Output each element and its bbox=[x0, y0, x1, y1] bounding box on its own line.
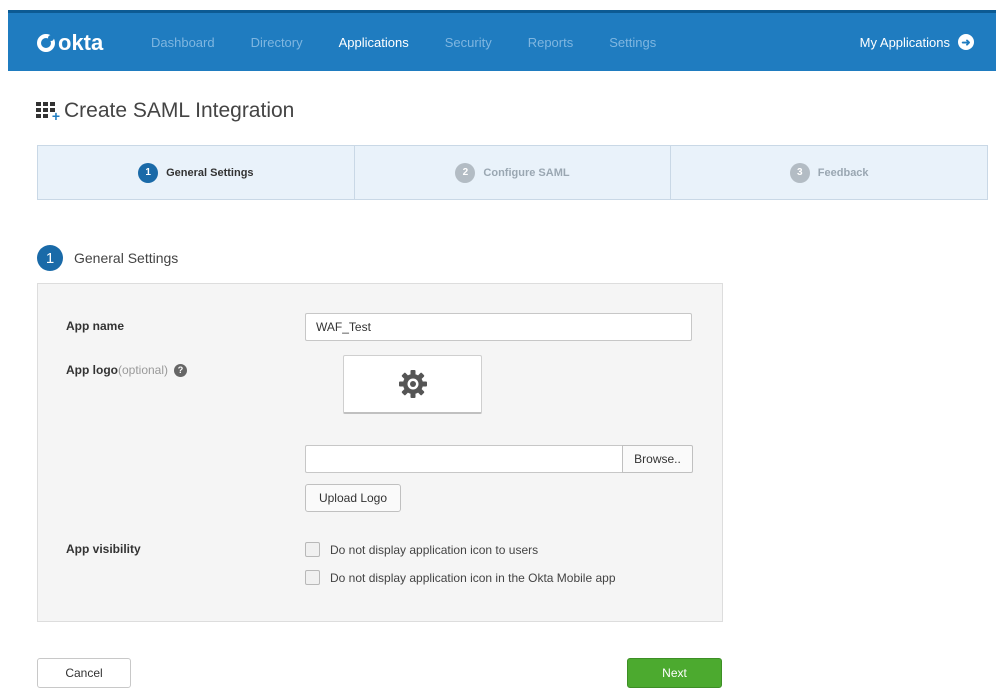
cancel-button[interactable]: Cancel bbox=[37, 658, 131, 688]
app-logo-label: App logo(optional)? bbox=[66, 363, 188, 378]
next-button[interactable]: Next bbox=[627, 658, 722, 688]
app-name-input[interactable]: WAF_Test bbox=[305, 313, 692, 341]
wizard-step-general-settings: 1 General Settings bbox=[38, 146, 355, 199]
app-logo-preview bbox=[343, 355, 482, 414]
wizard-step-configure-saml: 2 Configure SAML bbox=[355, 146, 672, 199]
section-number: 1 bbox=[37, 245, 63, 271]
browse-button[interactable]: Browse.. bbox=[622, 445, 693, 473]
app-name-label: App name bbox=[66, 319, 125, 333]
hide-icon-users-checkbox[interactable] bbox=[305, 542, 320, 557]
section-title: General Settings bbox=[74, 250, 179, 266]
gear-icon bbox=[398, 370, 427, 398]
okta-logo-text: okta bbox=[58, 30, 104, 55]
upload-logo-button[interactable]: Upload Logo bbox=[305, 484, 401, 512]
nav-applications[interactable]: Applications bbox=[339, 35, 409, 50]
logo-file-path-input[interactable] bbox=[305, 445, 623, 473]
step-number: 2 bbox=[455, 162, 476, 183]
page-title: + Create SAML Integration bbox=[36, 99, 294, 123]
step-label: Feedback bbox=[817, 166, 869, 179]
general-settings-form: App name WAF_Test App logo(optional)? Br… bbox=[37, 283, 723, 622]
step-number: 1 bbox=[138, 162, 159, 183]
app-logo-label-text: App logo bbox=[66, 363, 118, 377]
arrow-right-circle-icon: ➜ bbox=[958, 34, 974, 50]
step-label: General Settings bbox=[166, 166, 254, 179]
help-icon[interactable]: ? bbox=[174, 364, 188, 378]
hide-icon-users-label: Do not display application icon to users bbox=[330, 542, 539, 557]
step-number: 3 bbox=[789, 162, 810, 183]
section-heading: 1 General Settings bbox=[37, 245, 178, 271]
my-applications-link[interactable]: My Applications ➜ bbox=[860, 34, 974, 50]
hide-icon-mobile-option[interactable]: Do not display application icon in the O… bbox=[305, 570, 616, 585]
app-visibility-label: App visibility bbox=[66, 542, 141, 556]
main-nav: Dashboard Directory Applications Securit… bbox=[151, 35, 692, 50]
optional-text: (optional) bbox=[117, 363, 169, 377]
my-applications-label: My Applications bbox=[859, 34, 950, 50]
nav-directory[interactable]: Directory bbox=[251, 35, 303, 50]
hide-icon-mobile-checkbox[interactable] bbox=[305, 570, 320, 585]
apps-grid-add-icon: + bbox=[36, 102, 60, 123]
top-nav-bar: okta Dashboard Directory Applications Se… bbox=[8, 10, 996, 71]
step-label: Configure SAML bbox=[483, 166, 570, 179]
nav-settings[interactable]: Settings bbox=[609, 35, 656, 50]
nav-reports[interactable]: Reports bbox=[528, 35, 574, 50]
nav-security[interactable]: Security bbox=[445, 35, 492, 50]
okta-logo[interactable]: okta bbox=[37, 30, 103, 56]
hide-icon-users-option[interactable]: Do not display application icon to users bbox=[305, 542, 538, 557]
hide-icon-mobile-label: Do not display application icon in the O… bbox=[330, 570, 616, 585]
okta-logo-icon bbox=[37, 34, 55, 52]
wizard-step-feedback: 3 Feedback bbox=[671, 146, 987, 199]
nav-dashboard[interactable]: Dashboard bbox=[151, 35, 215, 50]
page-title-text: Create SAML Integration bbox=[64, 99, 295, 122]
wizard-steps: 1 General Settings 2 Configure SAML 3 Fe… bbox=[37, 145, 988, 200]
